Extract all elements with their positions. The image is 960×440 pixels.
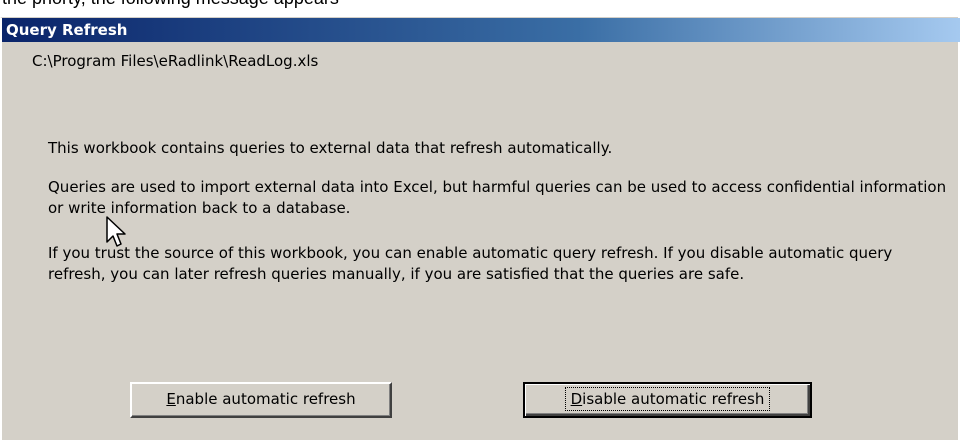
query-refresh-dialog: Query Refresh C:\Program Files\eRadlink\… <box>0 17 960 440</box>
message-trust-source: If you trust the source of this workbook… <box>48 244 893 283</box>
enable-mnemonic: E <box>166 390 176 408</box>
enable-button-label: nable automatic refresh <box>175 390 356 408</box>
disable-button-label: isable automatic refresh <box>582 390 765 408</box>
disable-mnemonic: D <box>570 390 583 408</box>
disable-automatic-refresh-button[interactable]: Disable automatic refresh <box>523 382 812 418</box>
top-partial-text: the priorty, the following message appea… <box>2 0 339 9</box>
mouse-pointer-icon <box>106 216 126 247</box>
message-harmful-queries: Queries are used to import external data… <box>48 178 947 217</box>
message-auto-refresh: This workbook contains queries to extern… <box>48 139 613 157</box>
enable-automatic-refresh-button[interactable]: Enable automatic refresh <box>130 382 392 418</box>
window-title: Query Refresh <box>6 21 128 39</box>
file-path: C:\Program Files\eRadlink\ReadLog.xls <box>32 52 319 70</box>
top-partial-text-region: the priorty, the following message appea… <box>0 0 960 17</box>
title-bar[interactable]: Query Refresh <box>2 18 960 42</box>
focus-ring: Disable automatic refresh <box>564 387 771 411</box>
